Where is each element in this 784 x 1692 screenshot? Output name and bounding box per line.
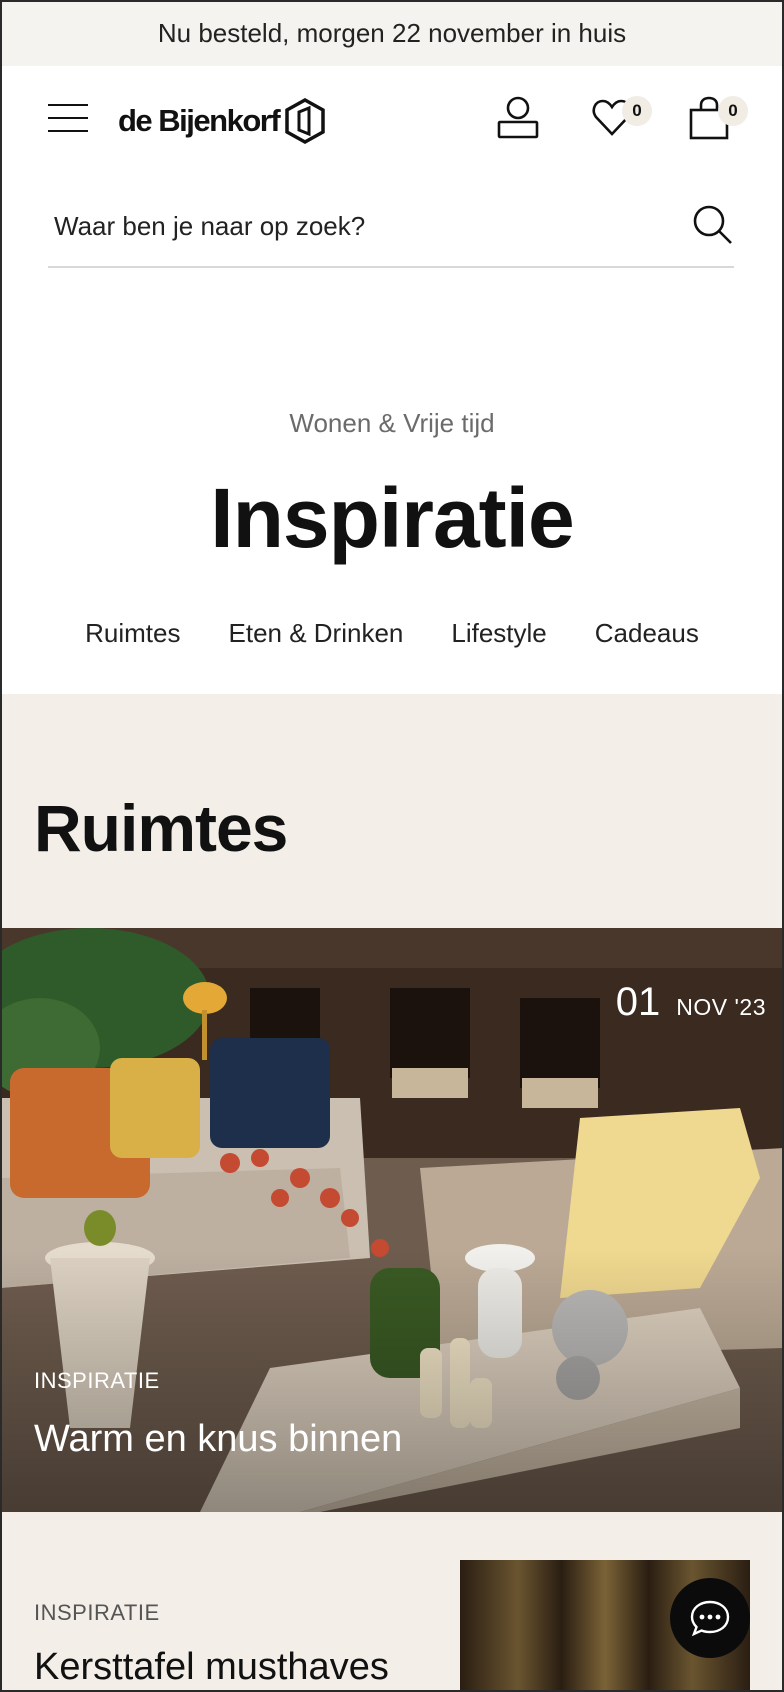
article-headline[interactable]: Kersttafel musthaves <box>34 1646 389 1689</box>
article-date-day: 01 <box>615 980 661 1024</box>
subnav-item-lifestyle[interactable]: Lifestyle <box>451 618 546 649</box>
logo-text: de Bijenkorf <box>118 103 281 138</box>
article-category: INSPIRATIE <box>34 1368 160 1393</box>
article-category: INSPIRATIE <box>34 1600 160 1625</box>
logo-hexagon-icon <box>285 98 325 144</box>
chat-icon <box>690 1600 730 1637</box>
inspiration-subnav: Ruimtes Eten & Drinken Lifestyle Cadeaus <box>0 618 784 649</box>
chat-button[interactable] <box>670 1578 750 1658</box>
subnav-item-ruimtes[interactable]: Ruimtes <box>85 618 180 649</box>
page-title: Inspiratie <box>210 471 574 565</box>
featured-article-card[interactable]: 01 NOV '23 INSPIRATIE Warm en knus binne… <box>0 928 784 1512</box>
promo-bar[interactable]: Nu besteld, morgen 22 november in huis <box>0 0 784 66</box>
article-date-month-year: NOV '23 <box>676 994 766 1020</box>
cart-count-badge: 0 <box>718 96 748 126</box>
logo[interactable]: de Bijenkorf <box>118 96 325 146</box>
user-icon[interactable] <box>496 96 540 140</box>
wishlist-count-badge: 0 <box>622 96 652 126</box>
article-headline: Warm en knus binnen <box>34 1418 403 1460</box>
search-input[interactable] <box>54 206 654 246</box>
category-kicker: Wonen & Vrije tijd <box>289 408 495 438</box>
hamburger-icon[interactable] <box>48 104 88 134</box>
search-bar <box>48 186 734 268</box>
site-header: de Bijenkorf 0 0 <box>0 66 784 176</box>
subnav-item-eten-drinken[interactable]: Eten & Drinken <box>229 618 404 649</box>
section-title: Ruimtes <box>34 791 288 865</box>
subnav-item-cadeaus[interactable]: Cadeaus <box>595 618 699 649</box>
article-date: 01 NOV '23 <box>616 980 766 1025</box>
promo-text: Nu besteld, morgen 22 november in huis <box>157 17 627 48</box>
search-icon[interactable] <box>692 204 734 246</box>
